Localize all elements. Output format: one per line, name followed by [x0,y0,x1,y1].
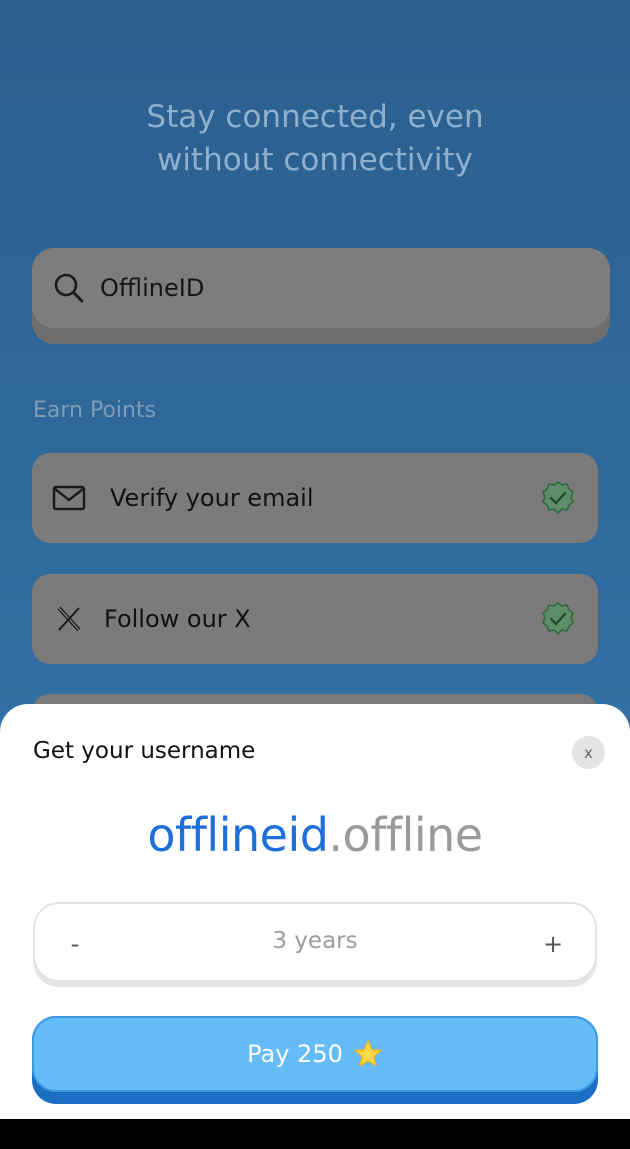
earn-points-heading: Earn Points [33,398,157,423]
check-badge-icon [540,480,576,516]
close-button[interactable]: x [572,736,605,769]
mail-icon [52,481,86,515]
task-follow-x[interactable]: Follow our X [32,574,598,664]
system-nav-bar [0,1119,630,1149]
headline-line-2: without connectivity [156,142,474,178]
pay-button-wrap[interactable]: Pay 250 [32,1016,598,1104]
headline: Stay connected, even without connectivit… [0,96,630,182]
search-bar[interactable]: OfflineID [32,248,610,344]
star-icon [353,1039,383,1069]
sheet-title: Get your username [33,738,256,764]
username-name: offlineid [147,808,329,862]
duration-stepper[interactable]: - 3 years + [33,902,597,982]
username-display: offlineid.offline [0,808,630,862]
increment-button[interactable]: + [533,924,573,964]
pay-button[interactable]: Pay 250 [32,1016,598,1092]
pay-label: Pay 250 [247,1040,343,1068]
task-verify-email[interactable]: Verify your email [32,453,598,543]
task-label: Follow our X [104,605,251,633]
username-tld: .offline [328,808,483,862]
duration-value: 3 years [272,928,358,954]
search-box[interactable]: OfflineID [32,248,610,328]
username-sheet: Get your username x offlineid.offline - … [0,704,630,1119]
app-screen: Stay connected, even without connectivit… [0,0,630,1119]
search-input[interactable]: OfflineID [100,274,204,302]
task-label: Verify your email [110,484,314,512]
x-logo-icon [52,602,86,636]
search-icon [52,271,86,305]
headline-line-1: Stay connected, even [146,99,484,135]
check-badge-icon [540,601,576,637]
